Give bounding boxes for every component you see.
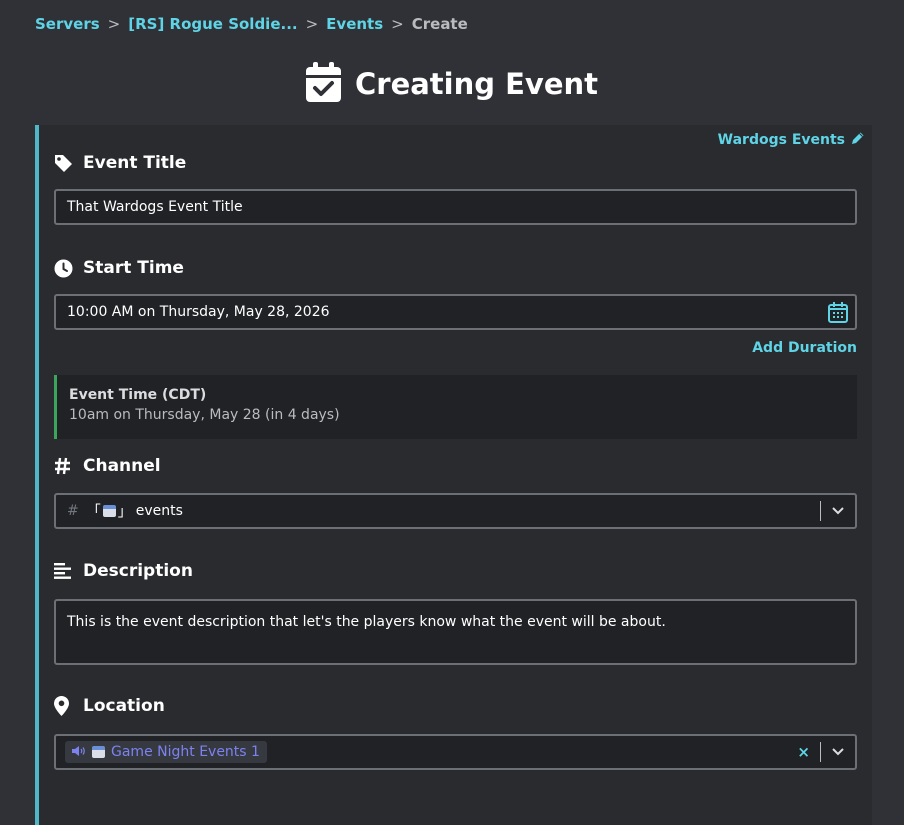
page-title-text: Creating Event <box>354 67 599 101</box>
breadcrumb-servers[interactable]: Servers <box>35 15 100 33</box>
location-chip[interactable]: Game Night Events 1 <box>65 741 267 763</box>
breadcrumb-separator: > <box>107 15 121 33</box>
description-value: This is the event description that let's… <box>67 614 666 630</box>
event-time-info: Event Time (CDT) 10am on Thursday, May 2… <box>54 375 857 439</box>
align-left-icon <box>54 563 76 579</box>
breadcrumb-separator: > <box>305 15 319 33</box>
breadcrumb-server[interactable]: [RS] Rogue Soldie... <box>128 15 297 33</box>
event-title-input[interactable]: That Wardogs Event Title <box>54 189 857 225</box>
chevron-down-icon[interactable] <box>821 507 855 515</box>
event-form-panel: Wardogs Events Event Title That Wardogs … <box>35 125 872 825</box>
start-time-label: Start Time <box>54 258 184 278</box>
channel-hash: # <box>67 503 79 519</box>
page-title: Creating Event <box>0 62 904 106</box>
channel-select-controls <box>820 495 855 527</box>
location-label: Location <box>54 696 165 716</box>
map-pin-icon <box>54 696 76 716</box>
start-time-input[interactable]: 10:00 AM on Thursday, May 28, 2026 <box>54 294 857 330</box>
hash-icon <box>54 457 76 475</box>
channel-bracket-close: 」 <box>117 504 132 520</box>
location-select[interactable]: Game Night Events 1 × <box>54 734 857 770</box>
pencil-icon[interactable] <box>845 131 865 149</box>
event-time-when: 10am on Thursday, May 28 (in 4 days) <box>69 407 340 423</box>
location-select-controls: × <box>797 736 855 768</box>
calendar-icon[interactable] <box>828 302 848 327</box>
channel-label: Channel <box>54 456 161 476</box>
calendar-emoji-icon <box>102 505 116 517</box>
breadcrumb-current: Create <box>411 15 468 33</box>
channel-select[interactable]: # 「 」 events <box>54 493 857 529</box>
breadcrumb: Servers > [RS] Rogue Soldie... > Events … <box>35 15 468 33</box>
calendar-check-icon <box>305 62 341 106</box>
location-chip-label: Game Night Events 1 <box>111 744 260 760</box>
start-time-value: 10:00 AM on Thursday, May 28, 2026 <box>67 304 330 320</box>
clock-icon <box>54 259 76 278</box>
calendar-emoji-icon <box>92 746 105 758</box>
add-duration-button[interactable]: Add Duration <box>752 340 857 356</box>
event-title-label: Event Title <box>54 153 186 173</box>
event-title-value: That Wardogs Event Title <box>67 199 243 215</box>
event-group-name[interactable]: Wardogs Events <box>718 132 845 148</box>
breadcrumb-separator: > <box>391 15 404 33</box>
chevron-down-icon[interactable] <box>821 748 855 756</box>
channel-name: events <box>135 503 183 519</box>
speaker-icon <box>72 745 86 759</box>
description-textarea[interactable]: This is the event description that let's… <box>54 599 857 665</box>
event-group-link[interactable]: Wardogs Events <box>718 131 865 149</box>
tag-icon <box>54 154 76 173</box>
event-time-zone: Event Time (CDT) <box>69 387 207 403</box>
channel-bracket-open: 「 <box>86 504 101 520</box>
description-label: Description <box>54 561 193 581</box>
clear-selection-button[interactable]: × <box>797 743 810 761</box>
breadcrumb-events[interactable]: Events <box>326 15 383 33</box>
